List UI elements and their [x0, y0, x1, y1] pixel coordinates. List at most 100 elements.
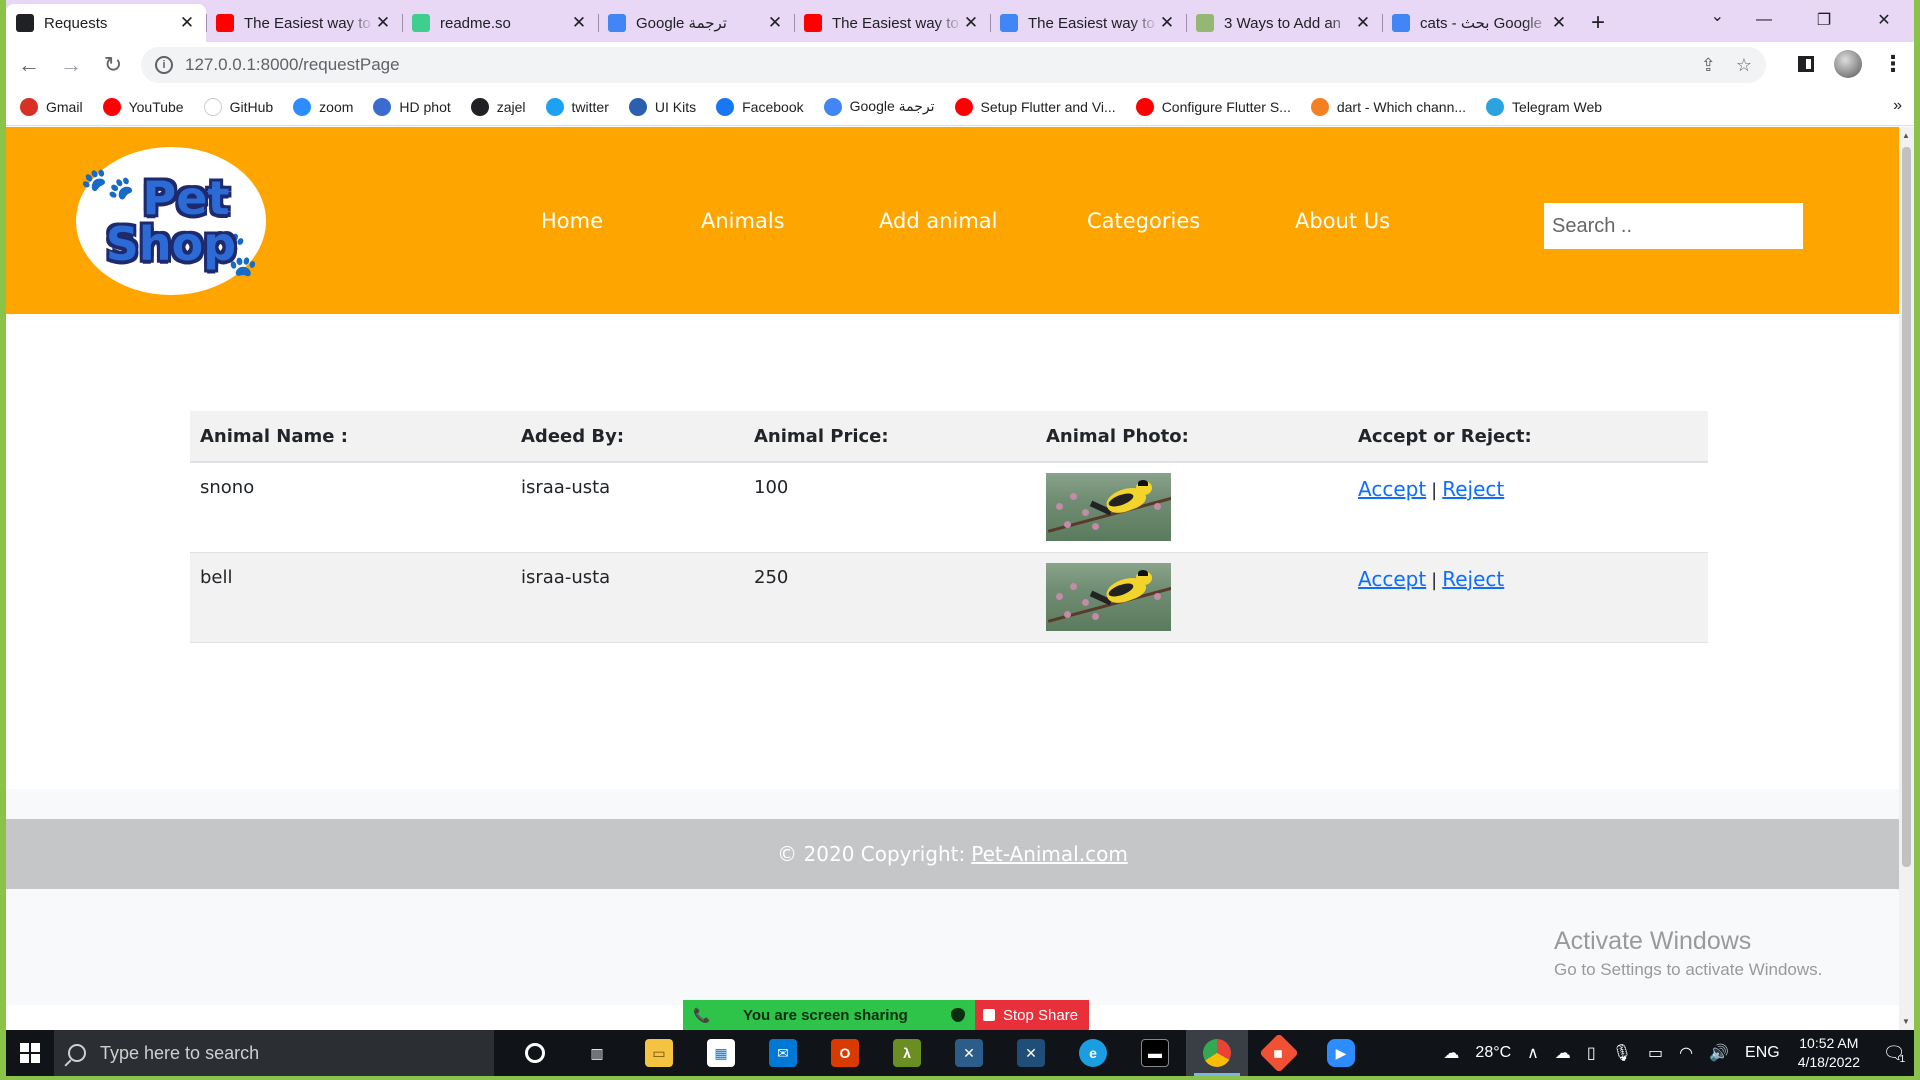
- minimize-icon[interactable]: —: [1734, 0, 1794, 40]
- tab-1[interactable]: The Easiest way to ✕: [206, 4, 402, 42]
- pet-shop-logo[interactable]: 🐾 🐾 Pet Shop: [75, 147, 268, 295]
- tab-close-icon[interactable]: ✕: [1158, 13, 1176, 33]
- tab-close-icon[interactable]: ✕: [1550, 13, 1568, 33]
- bookmark-12[interactable]: dart - Which chann...: [1310, 97, 1466, 116]
- tab-4[interactable]: The Easiest way to ✕: [794, 4, 990, 42]
- zoom-icon[interactable]: ▶: [1310, 1030, 1372, 1076]
- bookmark-9[interactable]: Google ترجمة: [823, 97, 935, 116]
- task-view-icon[interactable]: ▥: [566, 1030, 628, 1076]
- bookmark-label: Facebook: [742, 98, 804, 115]
- activate-title: Activate Windows: [1554, 927, 1752, 955]
- bookmark-8[interactable]: Facebook: [716, 97, 804, 116]
- bookmark-label: Setup Flutter and Vi...: [980, 98, 1116, 115]
- volume-icon[interactable]: 🔊: [1709, 1043, 1729, 1063]
- profile-avatar[interactable]: [1834, 50, 1862, 78]
- url-text[interactable]: 127.0.0.1:8000/requestPage: [185, 55, 1681, 75]
- bookmark-star-icon[interactable]: ☆: [1736, 55, 1752, 76]
- tab-close-icon[interactable]: ✕: [1354, 13, 1372, 33]
- clock[interactable]: 10:52 AM 4/18/2022: [1798, 1034, 1860, 1072]
- menu-dots-icon[interactable]: ⋮: [1882, 51, 1904, 77]
- tab-search-chevron-icon[interactable]: ⌄: [1711, 6, 1724, 26]
- tab-close-icon[interactable]: ✕: [178, 13, 196, 33]
- close-window-icon[interactable]: ✕: [1854, 0, 1914, 40]
- tab-close-icon[interactable]: ✕: [766, 13, 784, 33]
- page-scrollbar[interactable]: ▲ ▼: [1899, 127, 1914, 1030]
- chrome-icon[interactable]: [1186, 1030, 1248, 1076]
- cortana-icon[interactable]: [504, 1030, 566, 1076]
- office-icon[interactable]: O: [814, 1030, 876, 1076]
- vs-app-icon[interactable]: ✕: [938, 1030, 1000, 1076]
- tab-close-icon[interactable]: ✕: [374, 13, 392, 33]
- tab-close-icon[interactable]: ✕: [962, 13, 980, 33]
- restore-icon[interactable]: ❐: [1794, 0, 1854, 40]
- bookmark-5[interactable]: zajel: [470, 97, 526, 116]
- terminal-icon[interactable]: ▬: [1124, 1030, 1186, 1076]
- new-tab-button[interactable]: +: [1578, 4, 1618, 42]
- bookmarks-overflow-icon[interactable]: »: [1893, 97, 1902, 115]
- microsoft-store-icon[interactable]: ▦: [690, 1030, 752, 1076]
- language-indicator[interactable]: ENG: [1745, 1044, 1780, 1062]
- tab-2[interactable]: readme.so ✕: [402, 4, 598, 42]
- lambda-app-icon[interactable]: λ: [876, 1030, 938, 1076]
- stop-share-button[interactable]: Stop Share: [975, 1000, 1089, 1030]
- bookmark-0[interactable]: Gmail: [20, 97, 83, 116]
- bookmark-1[interactable]: YouTube: [102, 97, 184, 116]
- reject-link[interactable]: Reject: [1442, 477, 1504, 501]
- action-separator: |: [1431, 480, 1438, 501]
- weather-temp[interactable]: 28°C: [1475, 1044, 1511, 1062]
- site-search-input[interactable]: [1544, 203, 1803, 249]
- reject-link[interactable]: Reject: [1442, 567, 1504, 591]
- edge-icon[interactable]: e: [1062, 1030, 1124, 1076]
- tray-expand-icon[interactable]: ∧: [1527, 1043, 1539, 1063]
- accept-link[interactable]: Accept: [1358, 477, 1426, 501]
- site-footer: © 2020 Copyright: Pet-Animal.com: [6, 819, 1899, 889]
- bookmark-6[interactable]: twitter: [545, 97, 609, 116]
- accept-link[interactable]: Accept: [1358, 567, 1426, 591]
- vs-app-2-icon[interactable]: ✕: [1000, 1030, 1062, 1076]
- reload-icon[interactable]: ↻: [94, 46, 132, 84]
- scroll-up-icon[interactable]: ▲: [1902, 131, 1910, 140]
- bookmark-4[interactable]: HD phot: [373, 97, 451, 116]
- site-info-icon[interactable]: i: [155, 56, 173, 74]
- wifi-icon[interactable]: ◠: [1679, 1043, 1693, 1063]
- onedrive-icon[interactable]: ☁: [1555, 1043, 1571, 1063]
- tab-5[interactable]: The Easiest way to ✕: [990, 4, 1186, 42]
- shield-icon: [951, 1008, 965, 1022]
- footer-site-link[interactable]: Pet-Animal.com: [971, 842, 1128, 866]
- weather-icon[interactable]: ☁: [1443, 1043, 1459, 1063]
- tab-3[interactable]: Google ترجمة ✕: [598, 4, 794, 42]
- device-icon[interactable]: ▯: [1587, 1043, 1596, 1063]
- nav-home[interactable]: Home: [541, 209, 603, 233]
- taskbar-search[interactable]: Type here to search: [54, 1030, 494, 1076]
- back-arrow-icon[interactable]: ←: [10, 46, 48, 84]
- tab-6[interactable]: 3 Ways to Add an ✕: [1186, 4, 1382, 42]
- microphone-icon[interactable]: 🎙: [1612, 1043, 1632, 1063]
- tab-close-icon[interactable]: ✕: [570, 13, 588, 33]
- bookmark-13[interactable]: Telegram Web: [1486, 97, 1602, 116]
- nav-add-animal[interactable]: Add animal: [879, 209, 998, 233]
- share-icon[interactable]: ⇪: [1701, 55, 1716, 76]
- tab-0[interactable]: Requests ✕: [6, 4, 206, 42]
- address-bar[interactable]: i 127.0.0.1:8000/requestPage ⇪ ☆: [141, 47, 1766, 83]
- battery-icon[interactable]: ▭: [1648, 1043, 1663, 1063]
- file-explorer-icon[interactable]: ▭: [628, 1030, 690, 1076]
- scroll-down-icon[interactable]: ▼: [1902, 1017, 1910, 1026]
- side-panel-icon[interactable]: [1798, 56, 1814, 72]
- mail-icon[interactable]: ✉: [752, 1030, 814, 1076]
- nav-animals[interactable]: Animals: [701, 209, 785, 233]
- nav-categories[interactable]: Categories: [1087, 209, 1200, 233]
- nav-about-us[interactable]: About Us: [1295, 209, 1390, 233]
- bookmark-3[interactable]: zoom: [293, 97, 353, 116]
- bookmark-11[interactable]: Configure Flutter S...: [1135, 97, 1291, 116]
- forward-arrow-icon[interactable]: →: [52, 46, 90, 84]
- bookmark-2[interactable]: GitHub: [203, 97, 273, 116]
- git-icon[interactable]: ◆: [1248, 1030, 1310, 1076]
- tab-7[interactable]: cats - بحث Google ✕: [1382, 4, 1578, 42]
- bookmark-10[interactable]: Setup Flutter and Vi...: [954, 97, 1116, 116]
- sharing-status[interactable]: 📞 You are screen sharing: [683, 1000, 975, 1030]
- start-button[interactable]: [6, 1030, 54, 1076]
- scrollbar-thumb[interactable]: [1902, 147, 1911, 867]
- bookmark-7[interactable]: UI Kits: [628, 97, 696, 116]
- bookmark-label: Gmail: [46, 98, 83, 115]
- notifications-icon[interactable]: 🗨 1: [1874, 1030, 1914, 1076]
